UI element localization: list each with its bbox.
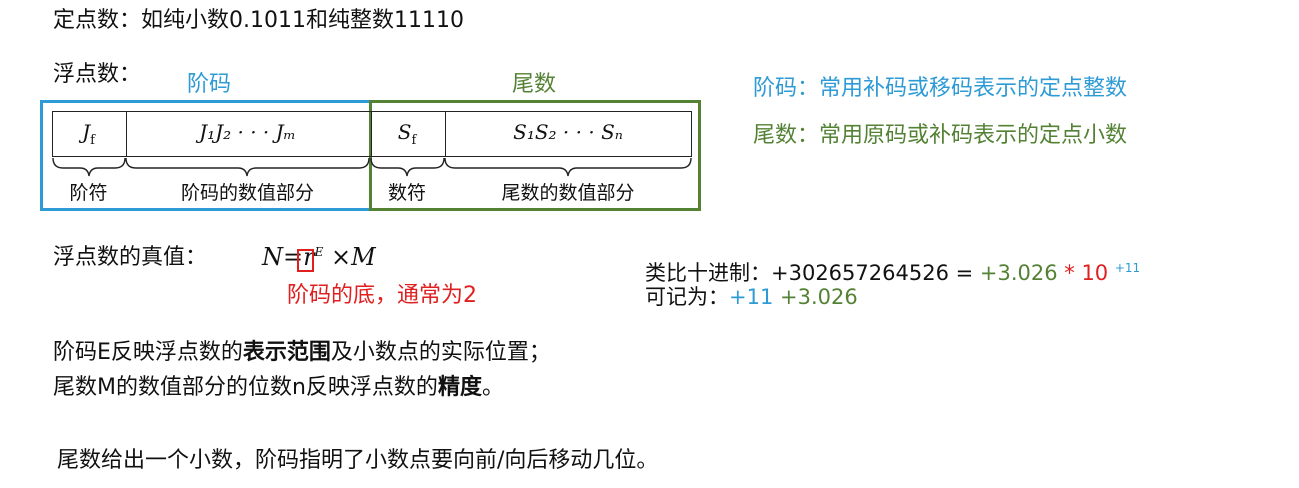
mantissa-note: 尾数：常用原码或补码表示的定点小数 xyxy=(753,123,1128,148)
exponent-sign-label: 阶符 xyxy=(69,182,108,204)
exponent-note: 阶码：常用补码或移码表示的定点整数 xyxy=(753,76,1128,101)
statement-mantissa: 尾数M的数值部分的位数n反映浮点数的精度。 xyxy=(53,375,504,400)
statement-exponent: 阶码E反映浮点数的表示范围及小数点的实际位置； xyxy=(53,340,551,365)
decimal-analogy: 类比十进制：+302657264526 = +3.026 * 10 +11 xyxy=(645,261,1141,285)
mantissa-value-label: 尾数的数值部分 xyxy=(501,182,635,204)
exponent-value-label: 阶码的数值部分 xyxy=(180,182,314,204)
base-highlight-box xyxy=(297,249,314,272)
base-annotation: 阶码的底，通常为2 xyxy=(287,283,477,308)
statement-summary: 尾数给出一个小数，阶码指明了小数点要向前/向后移动几位。 xyxy=(57,448,659,473)
field-braces xyxy=(52,157,692,177)
true-value-label: 浮点数的真值： xyxy=(53,245,208,270)
mantissa-sign-label: 数符 xyxy=(387,182,426,204)
decimal-record: 可记为：+11 +3.026 xyxy=(645,285,858,309)
true-value-formula: N=rE ×M xyxy=(262,243,376,271)
